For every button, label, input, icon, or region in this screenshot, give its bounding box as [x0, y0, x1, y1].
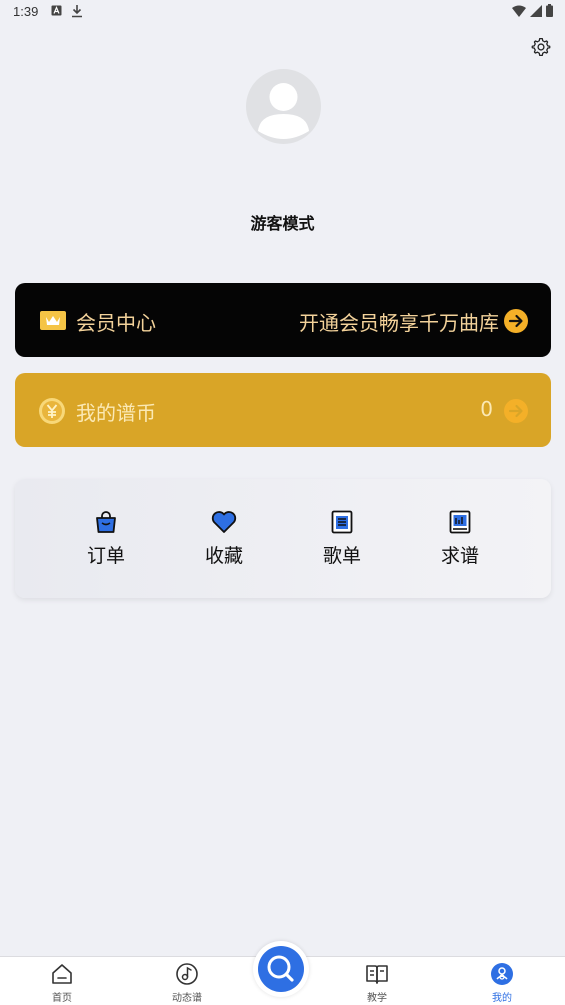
profile-icon — [491, 963, 513, 985]
arrow-right-icon — [504, 309, 528, 333]
search-icon — [267, 955, 294, 982]
notification-a-icon — [51, 5, 62, 16]
coin-title: 我的谱币 — [76, 401, 156, 425]
tab-dynamic-score[interactable]: 动态谱 — [152, 961, 222, 1004]
vip-title: 会员中心 — [76, 311, 156, 335]
shopping-bag-icon — [96, 511, 116, 533]
shortcut-label: 订单 — [86, 545, 125, 567]
request-score-icon — [449, 510, 471, 534]
download-icon — [72, 5, 82, 18]
shortcut-playlists[interactable]: 歌单 — [302, 509, 382, 568]
tab-teaching[interactable]: 教学 — [342, 961, 412, 1004]
avatar[interactable] — [246, 69, 321, 144]
wifi-icon — [512, 5, 526, 17]
tab-label: 教学 — [367, 993, 387, 1004]
book-icon — [366, 965, 388, 984]
settings-button[interactable] — [531, 37, 551, 57]
status-bar: 1:39 — [0, 0, 565, 24]
home-icon — [52, 964, 72, 984]
shortcut-label: 求谱 — [440, 545, 479, 567]
status-time: 1:39 — [13, 4, 39, 19]
shortcut-favorites[interactable]: 收藏 — [184, 509, 264, 568]
heart-icon — [211, 511, 237, 533]
tab-label: 首页 — [52, 993, 72, 1004]
tab-label: 动态谱 — [172, 993, 202, 1004]
tab-label: 我的 — [492, 993, 512, 1004]
shortcut-label: 收藏 — [204, 545, 243, 567]
coin-card[interactable]: 我的谱币 0 — [15, 373, 551, 447]
shortcut-panel: 订单 收藏 歌单 求谱 — [15, 479, 551, 598]
coin-balance: 0 — [480, 397, 493, 421]
signal-icon — [530, 4, 542, 17]
tab-home[interactable]: 首页 — [27, 961, 97, 1004]
gear-icon — [531, 38, 551, 56]
music-disc-icon — [176, 963, 198, 985]
username: 游客模式 — [250, 214, 315, 233]
default-avatar-icon — [258, 83, 309, 139]
shortcut-label: 歌单 — [322, 545, 361, 567]
playlist-icon — [331, 510, 353, 534]
vip-promo: 开通会员畅享千万曲库 — [299, 311, 499, 335]
search-button[interactable] — [253, 941, 309, 997]
coin-icon — [39, 398, 65, 424]
arrow-right-icon — [504, 399, 528, 423]
battery-icon — [546, 4, 553, 17]
shortcut-request-score[interactable]: 求谱 — [420, 509, 500, 568]
tab-mine[interactable]: 我的 — [467, 961, 537, 1004]
shortcut-orders[interactable]: 订单 — [66, 509, 146, 568]
vip-center-card[interactable]: 会员中心 开通会员畅享千万曲库 — [15, 283, 551, 357]
vip-crown-icon — [40, 311, 66, 330]
search-button-inner — [258, 946, 304, 992]
